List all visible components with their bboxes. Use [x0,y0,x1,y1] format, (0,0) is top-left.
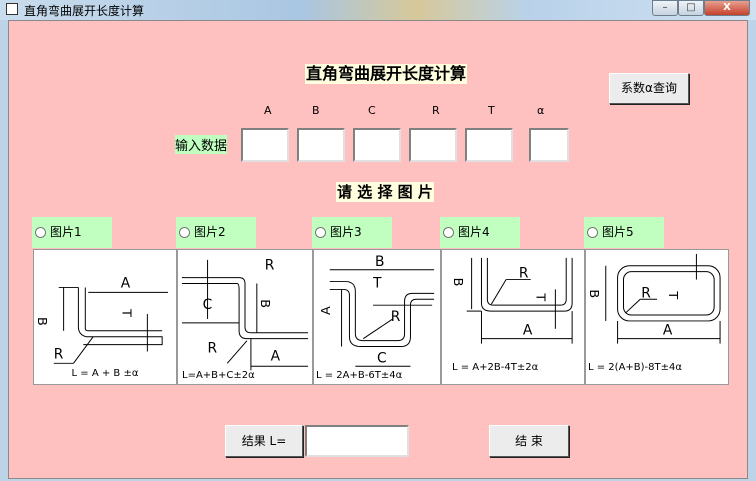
label-a: A [264,104,272,117]
radio-label: 图片1 [50,225,82,239]
radio-picture-5[interactable]: 图片5 [584,217,664,248]
input-r[interactable] [409,128,457,162]
minimize-button[interactable]: – [652,0,678,16]
picture-2-diagram[interactable]: R C R A B L=A+B+C±2α [177,249,313,385]
dim-t-label: T [119,308,134,317]
picture-5-diagram[interactable]: R A B T L = 2(A+B)-8T±4α [585,249,729,385]
formula-4: L = A+2B-4T±2α [452,362,539,373]
radio-circle[interactable] [443,227,454,238]
dim-b-label: B [257,299,272,308]
radio-label: 图片2 [194,225,226,239]
maximize-button[interactable]: □ [678,0,704,16]
dim-c-label: C [377,350,387,366]
input-alpha[interactable] [529,128,569,162]
formula-3: L = 2A+B-6T±4α [316,370,403,381]
dim-r-label: R [265,258,275,274]
label-alpha: α [537,104,545,117]
dim-r-label: R [641,285,651,301]
dim-t-label: T [533,292,548,301]
dim-r-label: R [54,346,64,362]
dim-a-label: A [121,275,131,291]
dim-a-label: A [271,348,281,364]
radio-label: 图片3 [330,225,362,239]
radio-label: 图片4 [458,225,490,239]
result-field[interactable] [305,425,409,457]
formula-5: L = 2(A+B)-8T±4α [588,362,682,373]
dim-a-label: A [319,306,334,315]
radio-label: 图片5 [602,225,634,239]
result-label: 结果 L= [225,425,303,457]
picture-4-diagram[interactable]: R A B T L = A+2B-4T±2α [441,249,585,385]
dim-r-label: R [391,309,401,325]
formula-1: L = A + B ±α [71,368,139,379]
dim-r2-label: R [208,340,218,356]
input-t[interactable] [465,128,513,162]
radio-circle[interactable] [179,227,190,238]
radio-picture-3[interactable]: 图片3 [312,217,392,248]
dim-t-label: T [665,290,680,299]
select-picture-title: 请 选 择 图 片 [336,182,434,202]
input-b[interactable] [297,128,345,162]
radio-picture-1[interactable]: 图片1 [32,217,112,248]
dim-a-label: A [523,323,533,339]
dim-c-label: C [203,297,213,313]
dim-r-label: R [519,266,529,282]
app-icon [6,3,18,15]
input-data-label: 输入数据 [175,135,228,154]
page-title: 直角弯曲展开长度计算 [305,64,468,84]
radio-circle[interactable] [35,227,46,238]
input-c[interactable] [353,128,401,162]
input-a[interactable] [241,128,289,162]
formula-2: L=A+B+C±2α [182,370,255,381]
dim-a-label: A [663,323,673,339]
picture-3-diagram[interactable]: B T R C A L = 2A+B-6T±4α [313,249,441,385]
radio-picture-2[interactable]: 图片2 [176,217,256,248]
window-title: 直角弯曲展开长度计算 [24,4,145,18]
dim-b-label: B [450,278,465,287]
form-body: 直角弯曲展开长度计算 系数α查询 A B C R T α 输入数据 请 选 择 … [8,20,748,479]
label-r: R [432,104,440,117]
label-b: B [312,104,320,117]
label-t: T [488,104,495,117]
dim-b-label: B [34,317,49,326]
title-bar: 直角弯曲展开长度计算 – □ X [0,0,756,20]
radio-picture-4[interactable]: 图片4 [440,217,520,248]
radio-circle[interactable] [315,227,326,238]
coefficient-lookup-button[interactable]: 系数α查询 [609,73,689,104]
dim-b-label: B [586,289,601,298]
radio-circle[interactable] [587,227,598,238]
label-c: C [368,104,376,117]
close-button[interactable]: X [704,0,750,16]
picture-1-diagram[interactable]: A B T R L = A + B ±α [33,249,177,385]
dim-b-label: B [375,254,384,270]
end-button[interactable]: 结 束 [489,425,569,457]
dim-t-label: T [372,275,382,291]
